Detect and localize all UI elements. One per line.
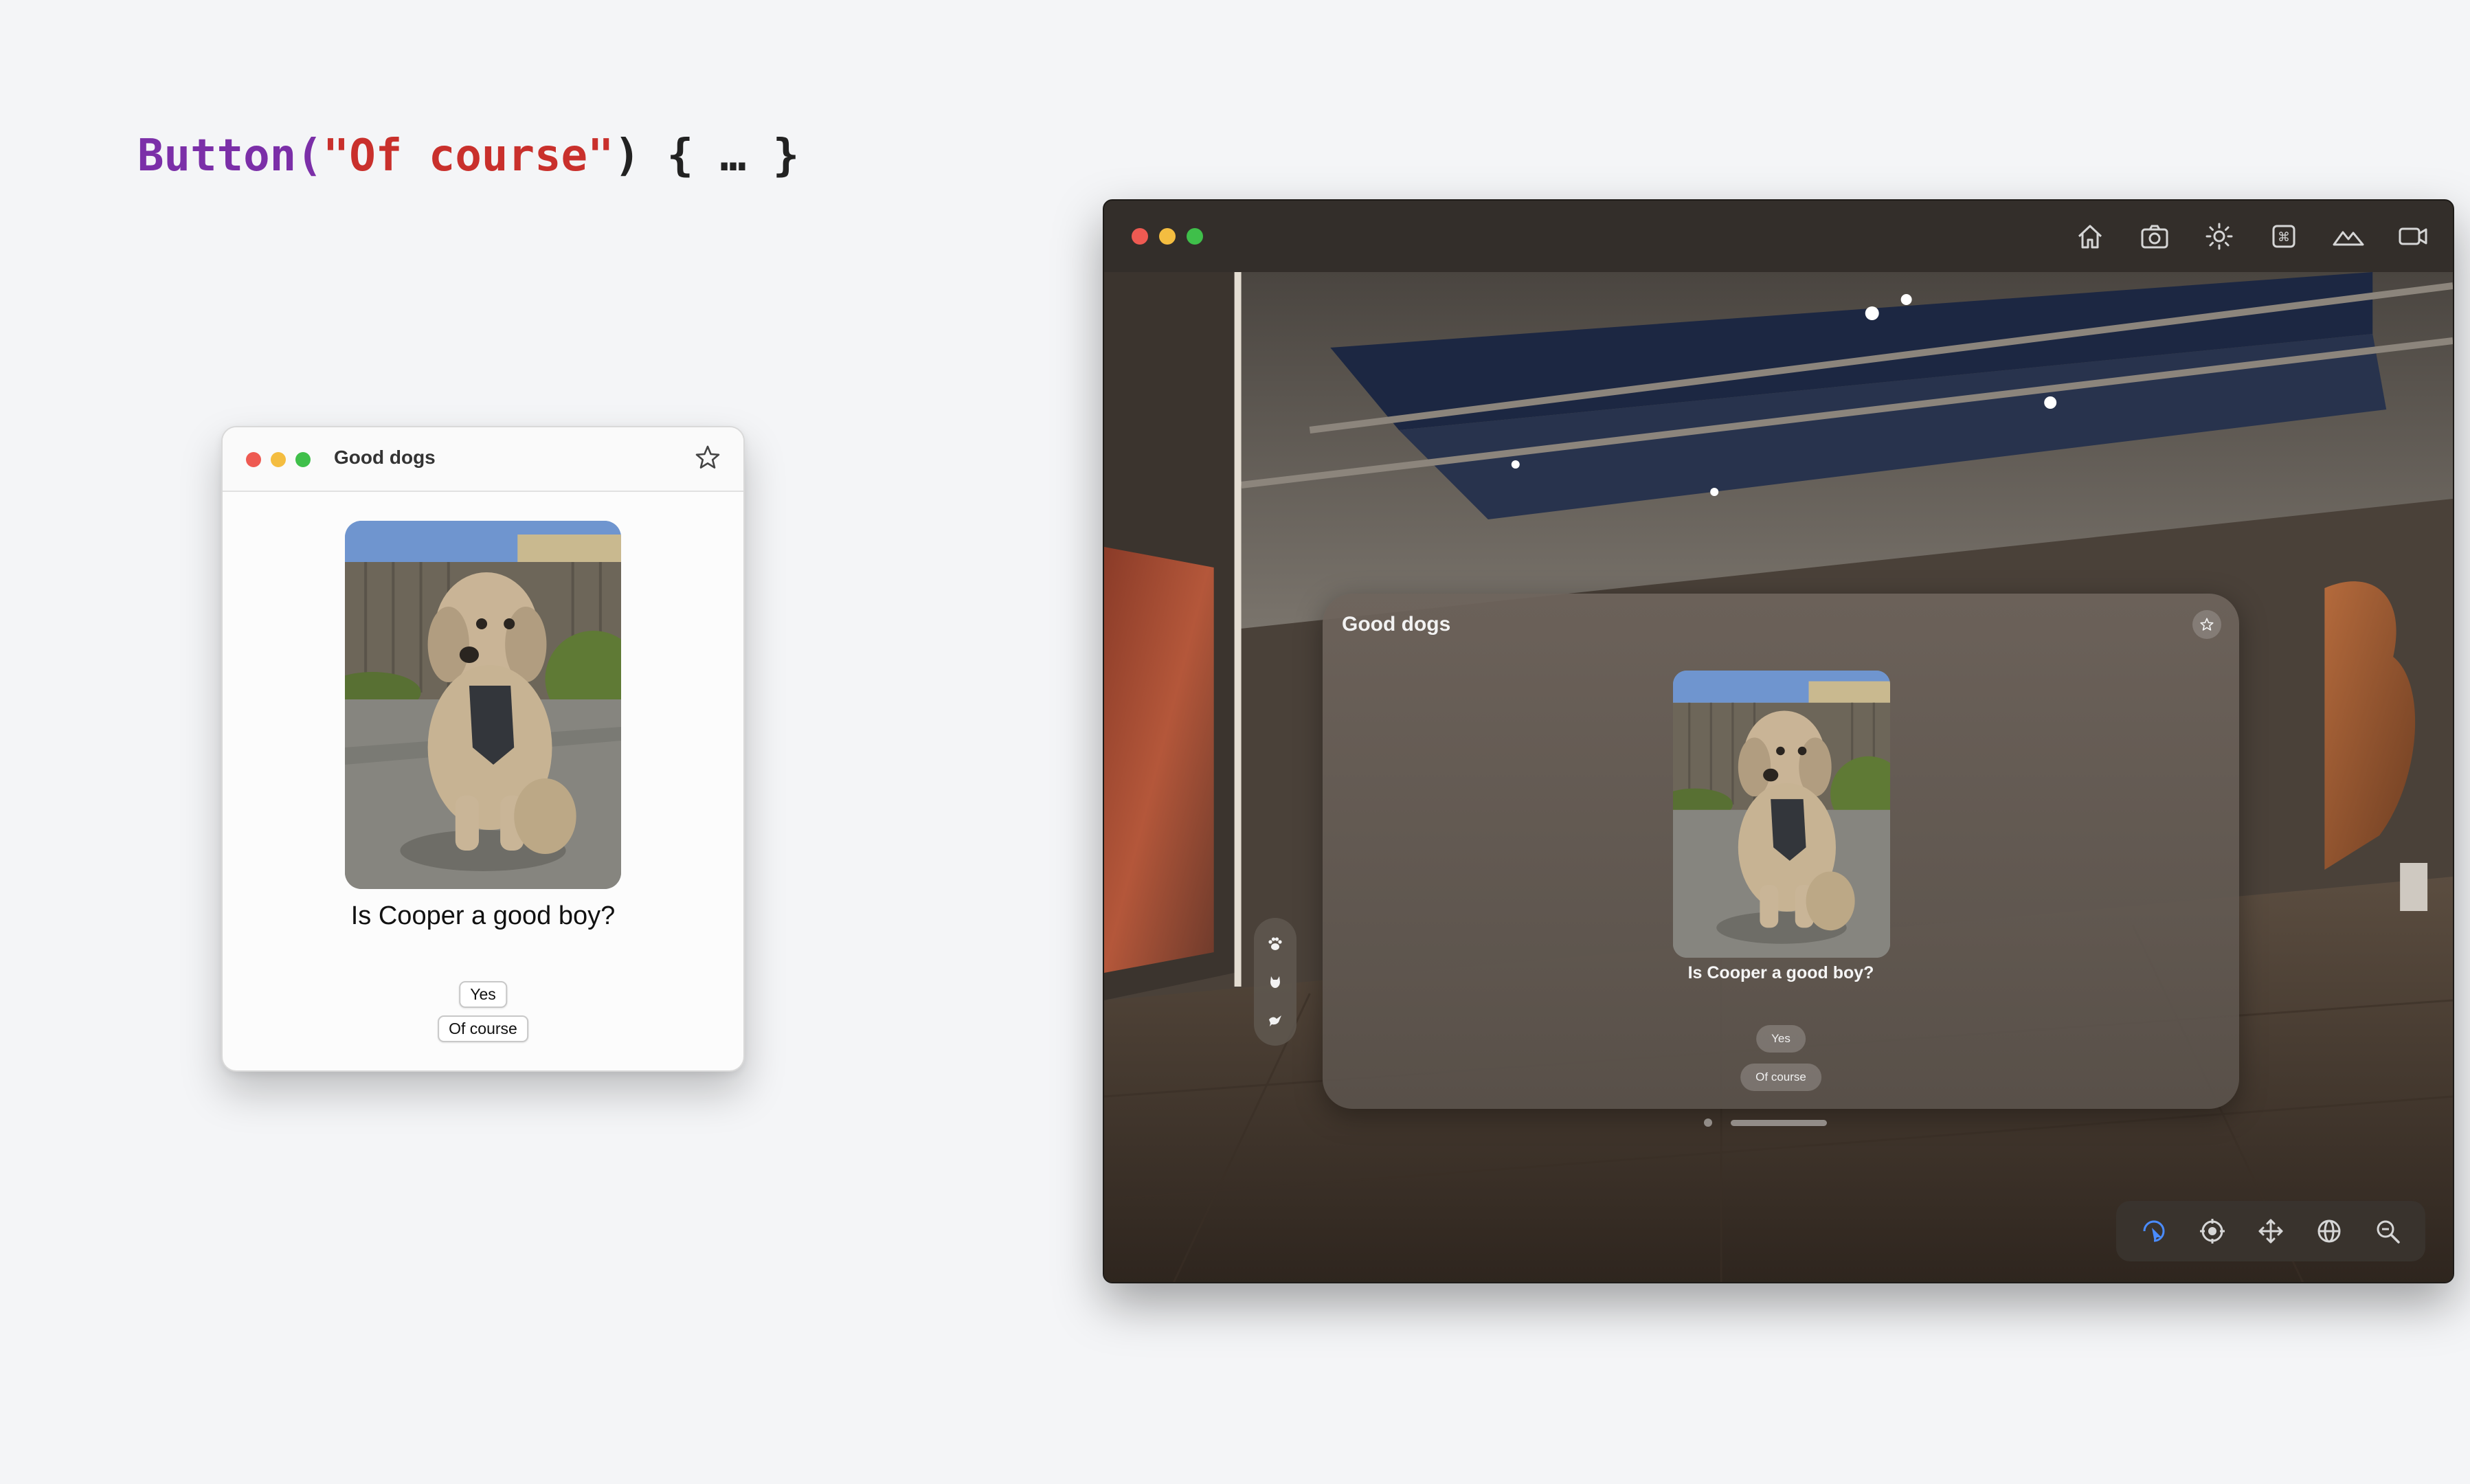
svg-text:⌘: ⌘ <box>2278 230 2290 245</box>
home-icon[interactable] <box>2071 217 2109 256</box>
dog-photo <box>345 521 621 889</box>
window-grab-bar[interactable] <box>1731 1120 1827 1126</box>
traffic-lights <box>246 452 311 467</box>
bird-icon[interactable] <box>1261 1006 1289 1033</box>
code-snippet: Button("Of course") { … } <box>137 131 799 181</box>
minimize-button[interactable] <box>1159 228 1176 245</box>
of-course-button[interactable]: Of course <box>1740 1064 1821 1091</box>
paw-icon[interactable] <box>1261 930 1289 958</box>
macos-titlebar: Good dogs <box>223 427 743 492</box>
cat-icon[interactable] <box>1261 968 1289 996</box>
close-button[interactable] <box>1132 228 1148 245</box>
camera-icon[interactable] <box>2135 217 2174 256</box>
of-course-button[interactable]: Of course <box>438 1015 528 1042</box>
gallery-environment: Good dogs Is Cooper a good boy? Yes Of c… <box>1104 272 2453 1282</box>
yes-button[interactable]: Yes <box>459 981 507 1008</box>
simulator-tools: ⌘ <box>2071 217 2432 256</box>
yes-button[interactable]: Yes <box>1756 1025 1806 1053</box>
close-button[interactable] <box>246 452 261 467</box>
pointer-icon[interactable] <box>2136 1213 2172 1249</box>
question-label: Is Cooper a good boy? <box>350 901 616 930</box>
zoom-button[interactable] <box>1187 228 1203 245</box>
mountain-icon[interactable] <box>2329 217 2368 256</box>
interaction-toolbar <box>2116 1201 2425 1261</box>
favorite-star-icon[interactable] <box>2192 610 2221 639</box>
minimize-button[interactable] <box>271 452 286 467</box>
crosshair-icon[interactable] <box>2194 1213 2230 1249</box>
globe-icon[interactable] <box>2311 1213 2347 1249</box>
code-keyword: Button( <box>137 131 323 181</box>
page-indicator-dot[interactable] <box>1704 1118 1712 1127</box>
zoom-icon[interactable] <box>2370 1213 2405 1249</box>
command-icon[interactable]: ⌘ <box>2265 217 2303 256</box>
video-icon[interactable] <box>2394 217 2432 256</box>
simulator-toolbar: ⌘ <box>1104 201 2453 272</box>
favorite-star-icon[interactable] <box>693 442 723 473</box>
simulator-window: ⌘ Good dogs Is Cooper a good boy? Yes Of… <box>1103 199 2454 1283</box>
question-label: Is Cooper a good boy? <box>1687 963 1874 982</box>
dog-photo <box>1673 671 1890 958</box>
code-string: "Of course" <box>322 131 614 181</box>
glass-window-title: Good dogs <box>1342 613 1451 636</box>
move-icon[interactable] <box>2253 1213 2289 1249</box>
code-rest: ) { … } <box>614 131 800 181</box>
page: Button("Of course") { … } Good dogs Is C… <box>0 0 2470 1484</box>
zoom-button[interactable] <box>295 452 311 467</box>
tab-bar <box>1254 918 1296 1046</box>
glass-window: Good dogs Is Cooper a good boy? Yes Of c… <box>1323 594 2239 1109</box>
brightness-icon[interactable] <box>2200 217 2238 256</box>
traffic-lights <box>1132 228 1203 245</box>
window-title: Good dogs <box>334 447 436 468</box>
macos-window: Good dogs Is Cooper a good boy? Yes Of c… <box>221 426 745 1072</box>
